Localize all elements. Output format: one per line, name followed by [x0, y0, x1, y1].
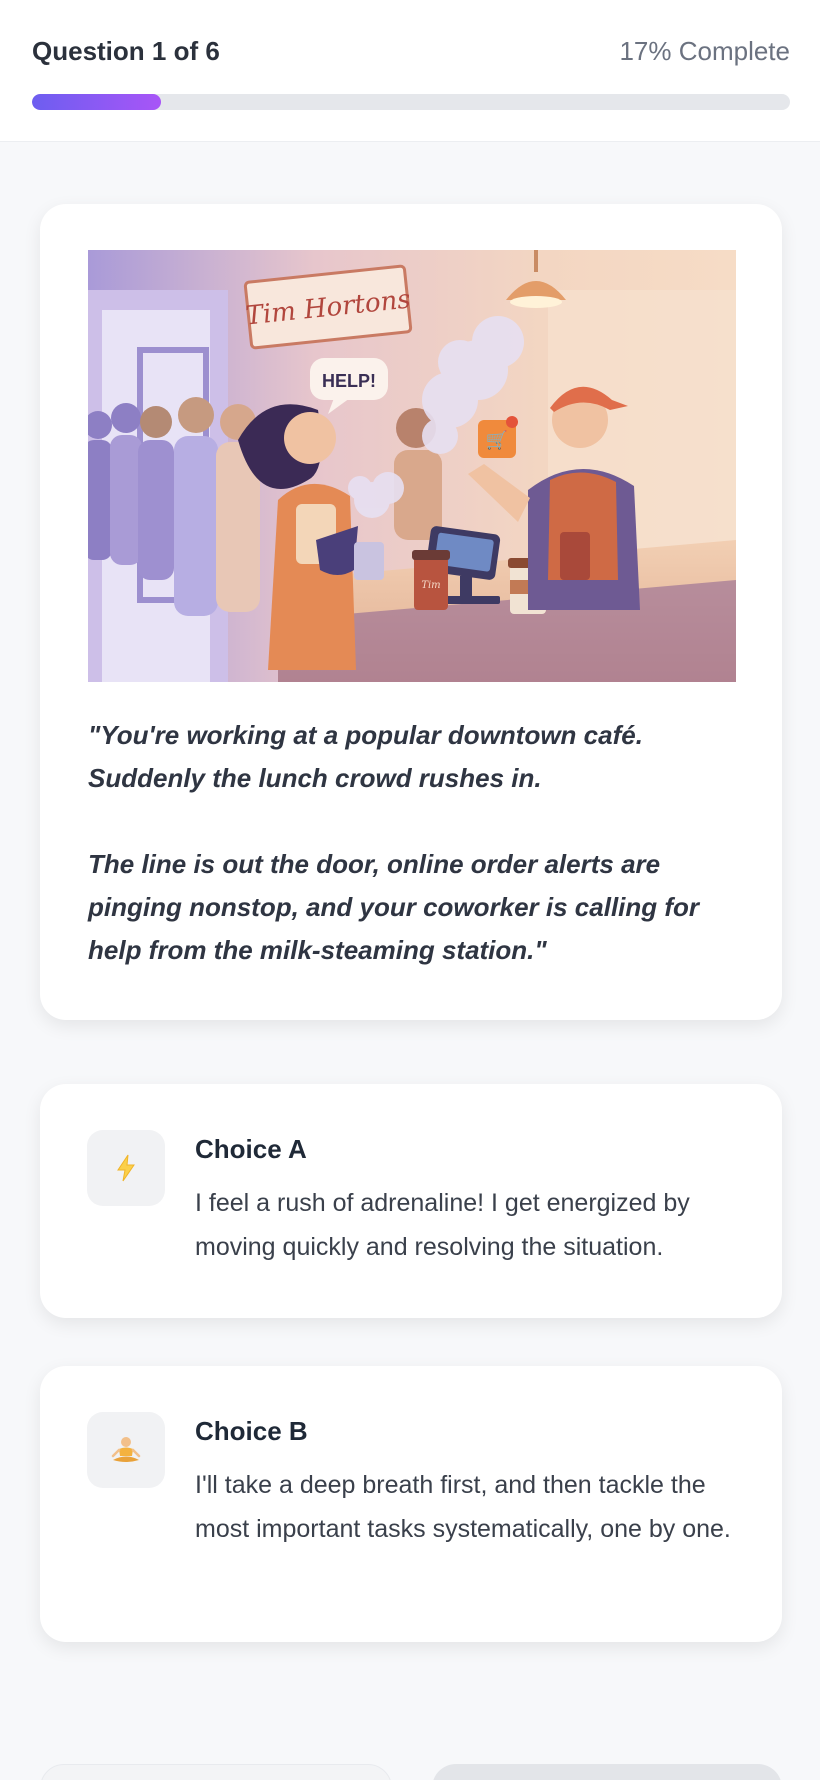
scenario-illustration: Tim Hortons HELP! Tim 🛒: [88, 250, 736, 682]
lightning-icon: [87, 1130, 165, 1206]
scenario-paragraph-1: "You're working at a popular downtown ca…: [88, 720, 643, 793]
choice-a-description: I feel a rush of adrenaline! I get energ…: [195, 1189, 690, 1261]
progress-bar: [32, 94, 790, 110]
scenario-paragraph-2: The line is out the door, online order a…: [88, 849, 700, 965]
choice-b-title: Choice B: [195, 1416, 308, 1446]
choice-b-description: I'll take a deep breath first, and then …: [195, 1471, 731, 1543]
quiz-header: Question 1 of 6 17% Complete: [0, 0, 820, 142]
scenario-card: Tim Hortons HELP! Tim 🛒 "You're working …: [40, 204, 782, 1020]
choice-a-card[interactable]: Choice A I feel a rush of adrenaline! I …: [40, 1084, 782, 1318]
svg-text:🛒: 🛒: [486, 429, 508, 451]
meditation-icon: [87, 1412, 165, 1488]
question-counter: Question 1 of 6: [32, 36, 220, 66]
scenario-text: "You're working at a popular downtown ca…: [88, 714, 738, 972]
percent-complete: 17% Complete: [619, 36, 790, 66]
choice-b-card[interactable]: Choice B I'll take a deep breath first, …: [40, 1366, 782, 1642]
progress-bar-fill: [32, 94, 161, 110]
next-button[interactable]: Next ›: [432, 1764, 782, 1780]
svg-text:HELP!: HELP!: [322, 371, 376, 391]
back-button[interactable]: ‹ Back: [40, 1764, 392, 1780]
svg-text:Tim: Tim: [421, 580, 440, 591]
choice-a-title: Choice A: [195, 1134, 307, 1164]
